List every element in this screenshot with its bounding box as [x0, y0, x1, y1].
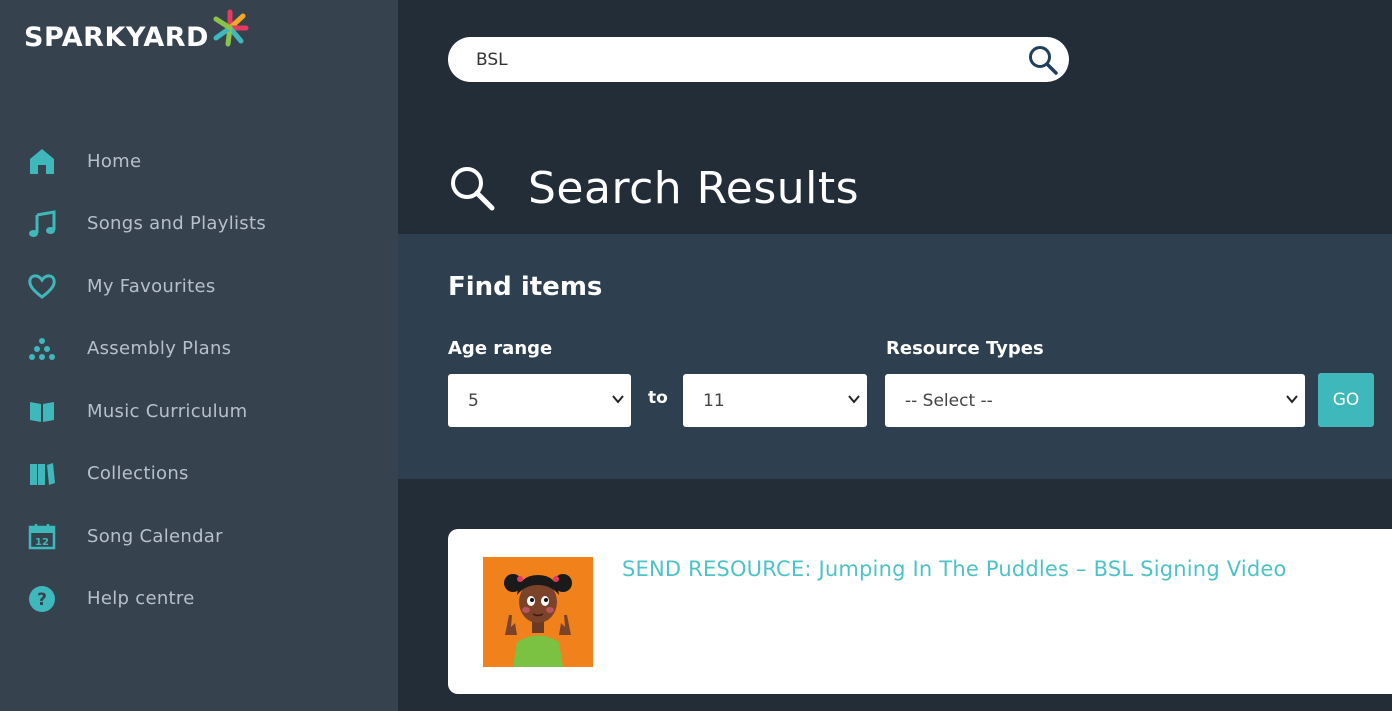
to-label: to	[648, 388, 668, 408]
search-bar	[448, 37, 1069, 82]
books-icon	[27, 459, 57, 489]
page-title: Search Results	[528, 162, 860, 214]
go-button[interactable]: GO	[1318, 373, 1374, 427]
sidebar: SPARKYARD Home Songs and Playlists My Fa…	[0, 0, 398, 711]
logo-star-icon	[213, 9, 249, 47]
sidebar-item-collections[interactable]: Collections	[0, 443, 398, 506]
sidebar-item-label: Home	[87, 150, 142, 172]
sidebar-item-label: My Favourites	[87, 275, 216, 297]
home-icon	[27, 146, 57, 176]
find-items-panel: Find items Age range Resource Types 5 to…	[398, 234, 1392, 479]
chevron-down-icon	[1286, 395, 1298, 404]
question-icon: ?	[27, 584, 57, 614]
results-header: Search Results	[448, 158, 859, 218]
age-from-value: 5	[468, 390, 479, 411]
sidebar-item-home[interactable]: Home	[0, 130, 398, 193]
music-note-icon	[27, 209, 57, 239]
heart-icon	[27, 271, 57, 301]
result-card: SEND RESOURCE: Jumping In The Puddles – …	[448, 529, 1392, 694]
dots-pyramid-icon	[27, 334, 57, 364]
svg-text:?: ?	[37, 590, 47, 610]
sidebar-item-label: Songs and Playlists	[87, 213, 267, 235]
find-items-title: Find items	[448, 272, 603, 302]
sidebar-item-label: Music Curriculum	[87, 400, 248, 422]
sidebar-item-assembly-plans[interactable]: Assembly Plans	[0, 318, 398, 381]
sidebar-item-music-curriculum[interactable]: Music Curriculum	[0, 380, 398, 443]
sidebar-item-label: Collections	[87, 463, 189, 485]
resource-types-value: -- Select --	[905, 390, 993, 411]
age-range-label: Age range	[448, 338, 553, 359]
result-thumbnail[interactable]	[483, 557, 593, 667]
age-from-select[interactable]: 5	[448, 374, 631, 427]
sidebar-item-label: Song Calendar	[87, 525, 223, 547]
sidebar-item-label: Help centre	[87, 588, 195, 610]
search-icon[interactable]	[1027, 44, 1059, 76]
svg-text:12: 12	[35, 537, 49, 548]
sidebar-item-my-favourites[interactable]: My Favourites	[0, 255, 398, 318]
chevron-down-icon	[848, 395, 860, 404]
sidebar-item-help-centre[interactable]: ? Help centre	[0, 568, 398, 631]
result-title-link[interactable]: SEND RESOURCE: Jumping In The Puddles – …	[622, 557, 1287, 581]
girl-signing-illustration	[483, 557, 593, 667]
magnifier-icon	[451, 167, 495, 211]
open-book-icon	[27, 396, 57, 426]
sparkyard-logo[interactable]: SPARKYARD	[24, 8, 254, 60]
chevron-down-icon	[612, 395, 624, 404]
resource-types-select[interactable]: -- Select --	[885, 374, 1305, 427]
logo-text: SPARKYARD	[24, 22, 209, 53]
sidebar-nav: Home Songs and Playlists My Favourites A…	[0, 130, 398, 630]
search-input[interactable]	[476, 37, 1016, 82]
age-to-select[interactable]: 11	[683, 374, 867, 427]
sidebar-item-song-calendar[interactable]: 12 Song Calendar	[0, 505, 398, 568]
sidebar-item-label: Assembly Plans	[87, 338, 232, 360]
sidebar-item-songs-and-playlists[interactable]: Songs and Playlists	[0, 193, 398, 256]
main-content: Search Results Find items Age range Reso…	[398, 0, 1392, 711]
age-to-value: 11	[703, 390, 725, 411]
calendar-icon: 12	[27, 521, 57, 551]
resource-types-label: Resource Types	[886, 338, 1044, 359]
